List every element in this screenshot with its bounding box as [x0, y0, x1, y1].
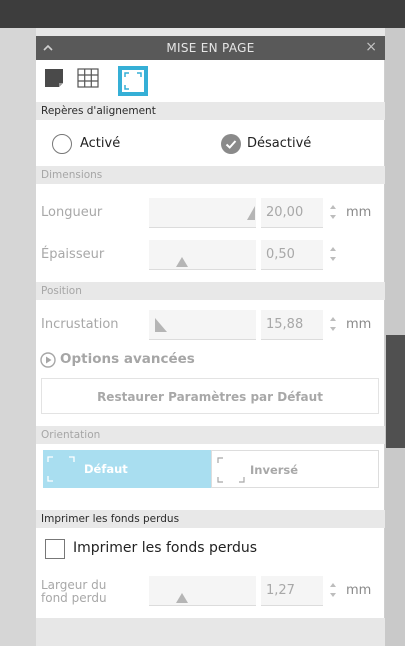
slider-thumb[interactable]	[155, 318, 167, 332]
length-value[interactable]: 20,00	[266, 205, 303, 220]
radio-activated-label[interactable]: Activé	[80, 136, 120, 151]
inset-row: Incrustation 15,88 mm	[36, 308, 385, 342]
thickness-label: Épaisseur	[41, 247, 105, 262]
bleed-width-row: Largeur du fond perdu 1,27 mm	[36, 574, 385, 614]
orientation-default-label[interactable]: Défaut	[84, 462, 128, 476]
orientation-default-option[interactable]: Défaut	[43, 450, 211, 488]
inset-label: Incrustation	[41, 317, 119, 332]
bleed-width-label-line2: fond perdu	[41, 591, 107, 605]
length-unit: mm	[346, 205, 372, 220]
inset-unit: mm	[346, 317, 372, 332]
thickness-row: Épaisseur 0,50	[36, 238, 385, 272]
dimensions-section-header: Dimensions	[36, 166, 385, 184]
slider-thumb[interactable]	[176, 593, 188, 603]
orientation-inverse-option[interactable]: Inversé	[211, 450, 379, 488]
corner-marks-icon	[47, 456, 75, 482]
registration-marks-icon[interactable]	[118, 66, 148, 96]
print-bleed-label[interactable]: Imprimer les fonds perdus	[73, 540, 257, 556]
panel-title: MISE EN PAGE	[166, 41, 255, 55]
page-setup-icon[interactable]	[42, 66, 72, 96]
grid-icon[interactable]	[76, 66, 106, 96]
restore-defaults-button[interactable]: Restaurer Paramètres par Défaut	[41, 378, 379, 414]
length-row: Longueur 20,00 mm	[36, 196, 385, 230]
panel-title-bar: MISE EN PAGE ×	[36, 36, 385, 60]
orientation-section-header: Orientation	[36, 426, 385, 444]
panel-tab-row	[36, 60, 385, 100]
length-stepper-icon[interactable]	[328, 202, 338, 222]
length-slider[interactable]	[149, 198, 256, 228]
page-setup-panel: MISE EN PAGE × Repères d'alignement Acti…	[36, 36, 385, 618]
checkmark-icon	[225, 140, 237, 149]
inverse-corner-marks-icon	[217, 457, 245, 483]
inset-value[interactable]: 15,88	[266, 317, 303, 332]
print-bleed-row: Imprimer les fonds perdus	[36, 536, 385, 564]
bleed-width-label: Largeur du fond perdu	[41, 579, 107, 605]
advanced-options-label[interactable]: Options avancées	[60, 351, 195, 367]
alignment-options: Activé Désactivé	[36, 124, 385, 164]
alignment-section-header: Repères d'alignement	[36, 102, 385, 120]
inset-slider[interactable]	[149, 310, 256, 340]
thickness-slider[interactable]	[149, 240, 256, 270]
slider-thumb[interactable]	[247, 206, 255, 220]
bleed-width-slider[interactable]	[149, 576, 256, 606]
close-icon[interactable]: ×	[365, 39, 377, 55]
orientation-inverse-label[interactable]: Inversé	[250, 463, 298, 477]
thickness-stepper-icon[interactable]	[328, 244, 338, 264]
radio-activated[interactable]	[52, 134, 72, 154]
inset-stepper-icon[interactable]	[328, 314, 338, 334]
play-circle-icon	[40, 352, 56, 368]
canvas-background	[0, 28, 36, 646]
app-top-bar	[0, 0, 405, 28]
length-label: Longueur	[41, 205, 103, 220]
bleed-section-header: Imprimer les fonds perdus	[36, 510, 385, 528]
radio-deactivated[interactable]	[221, 134, 241, 154]
thickness-value[interactable]: 0,50	[266, 247, 295, 262]
position-section-header: Position	[36, 282, 385, 300]
scrollbar-thumb[interactable]	[386, 335, 405, 448]
slider-thumb[interactable]	[176, 257, 188, 267]
bleed-width-stepper-icon[interactable]	[328, 580, 338, 600]
radio-deactivated-label[interactable]: Désactivé	[247, 136, 311, 151]
bleed-width-unit: mm	[346, 583, 372, 598]
bleed-width-value[interactable]: 1,27	[266, 583, 295, 598]
print-bleed-checkbox[interactable]	[45, 539, 65, 559]
